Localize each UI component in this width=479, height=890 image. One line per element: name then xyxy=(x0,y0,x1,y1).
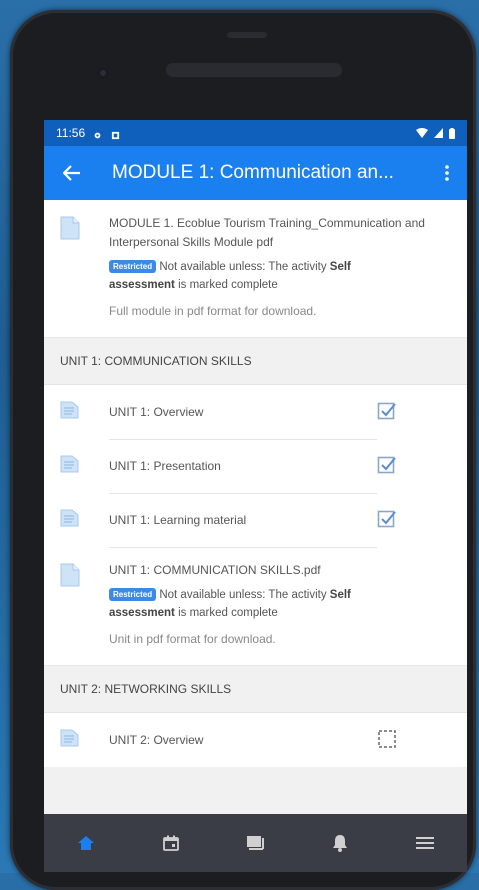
module-file-name[interactable]: MODULE 1. Ecoblue Tourism Training_Commu… xyxy=(109,214,455,252)
completion-checked-icon[interactable] xyxy=(377,401,399,423)
bottom-nav-bar xyxy=(44,814,467,872)
courses-icon[interactable] xyxy=(235,823,275,863)
wifi-icon xyxy=(416,128,428,138)
completion-checked-icon[interactable] xyxy=(377,455,399,477)
status-time: 11:56 xyxy=(56,126,86,140)
app-bar: MODULE 1: Communication an... xyxy=(44,146,467,200)
restricted-badge: Restricted xyxy=(109,260,157,273)
list-item-label: UNIT 1: Learning material xyxy=(109,493,377,548)
unit1-overview-label: UNIT 1: Overview xyxy=(109,404,204,419)
list-item-label: UNIT 1: Overview xyxy=(109,385,377,440)
unit1-file-description: Unit in pdf format for download. xyxy=(109,632,276,646)
restriction-prefix: Not available unless: The activity xyxy=(159,261,327,273)
list-item-label: UNIT 1: Presentation xyxy=(109,439,377,494)
page-icon xyxy=(60,401,82,424)
status-icons-right xyxy=(416,127,455,139)
completion-checked-icon[interactable] xyxy=(377,509,399,531)
module-file-body: MODULE 1. Ecoblue Tourism Training_Commu… xyxy=(109,214,455,321)
list-item-label: UNIT 2: Overview xyxy=(109,713,377,767)
module-file-resource[interactable]: MODULE 1. Ecoblue Tourism Training_Commu… xyxy=(44,200,467,338)
page-icon xyxy=(60,455,82,478)
unit1-file-restriction: Restricted Not available unless: The act… xyxy=(109,586,455,622)
module-file-description: Full module in pdf format for download. xyxy=(109,304,317,318)
back-arrow-icon[interactable] xyxy=(58,159,86,187)
page-title: MODULE 1: Communication an... xyxy=(112,162,394,183)
section-header-unit2: UNIT 2: NETWORKING SKILLS xyxy=(44,666,467,713)
front-camera xyxy=(97,67,109,79)
list-item[interactable]: UNIT 1: Presentation xyxy=(44,439,467,494)
page-icon xyxy=(60,729,82,752)
restriction-activity-a: Self xyxy=(329,589,351,601)
unit1-file-name[interactable]: UNIT 1: COMMUNICATION SKILLS.pdf xyxy=(109,561,455,580)
restriction-suffix: is marked complete xyxy=(178,607,278,619)
list-item[interactable]: UNIT 1: Overview xyxy=(44,385,467,440)
unit2-overview-label: UNIT 2: Overview xyxy=(109,733,204,747)
restricted-badge: Restricted xyxy=(109,588,157,601)
section-header-unit1: UNIT 1: COMMUNICATION SKILLS xyxy=(44,338,467,385)
completion-unchecked-icon[interactable] xyxy=(377,729,399,751)
restriction-suffix: is marked complete xyxy=(178,279,278,291)
more-vert-icon[interactable] xyxy=(437,165,457,181)
battery-icon xyxy=(449,127,455,139)
signal-icon xyxy=(434,128,443,138)
earpiece-speaker xyxy=(166,63,342,77)
calendar-icon[interactable] xyxy=(151,823,191,863)
unit1-file-resource[interactable]: UNIT 1: COMMUNICATION SKILLS.pdf Restric… xyxy=(44,547,467,666)
status-bar: 11:56 xyxy=(44,120,467,146)
phone-frame: 11:56 MODULE 1: Communication an... MODU… xyxy=(10,10,476,890)
restriction-prefix: Not available unless: The activity xyxy=(159,589,327,601)
course-content: MODULE 1. Ecoblue Tourism Training_Commu… xyxy=(44,200,467,767)
page-icon xyxy=(60,509,82,532)
file-icon xyxy=(60,216,82,321)
menu-icon[interactable] xyxy=(405,823,445,863)
restriction-activity-a: Self xyxy=(329,261,351,273)
phone-top-slot xyxy=(227,32,267,38)
module-file-restriction: Restricted Not available unless: The act… xyxy=(109,258,455,294)
unit1-learning-material-label: UNIT 1: Learning material xyxy=(109,512,247,527)
file-icon xyxy=(60,563,82,649)
screen: 11:56 MODULE 1: Communication an... MODU… xyxy=(44,120,467,872)
unit1-file-body: UNIT 1: COMMUNICATION SKILLS.pdf Restric… xyxy=(109,561,455,649)
settings-status-icon xyxy=(93,129,102,138)
home-icon[interactable] xyxy=(66,823,106,863)
unit1-presentation-label: UNIT 1: Presentation xyxy=(109,458,221,473)
list-item[interactable]: UNIT 2: Overview xyxy=(44,713,467,767)
notifications-icon[interactable] xyxy=(320,823,360,863)
restriction-activity-b: assessment xyxy=(109,279,175,291)
restriction-activity-b: assessment xyxy=(109,607,175,619)
list-item[interactable]: UNIT 1: Learning material xyxy=(44,493,467,548)
notification-status-icon xyxy=(111,129,120,139)
